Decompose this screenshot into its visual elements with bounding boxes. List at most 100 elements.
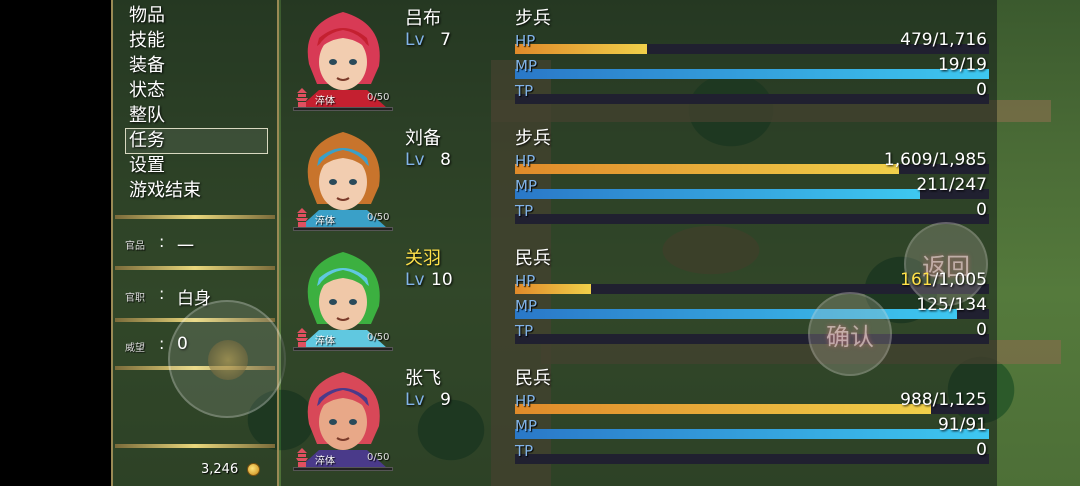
- hp-max: 1,985: [938, 150, 987, 170]
- mp-label: MP: [515, 297, 537, 315]
- mp-current: 91: [937, 415, 960, 435]
- hp-current: 161: [900, 270, 933, 290]
- hp-max: 1,716: [938, 30, 987, 50]
- cultivation-exp: 0/50: [367, 332, 390, 343]
- pagoda-icon: [296, 448, 308, 468]
- mp-value: 125/134: [916, 295, 987, 315]
- hp-current: 988: [900, 390, 933, 410]
- joystick-knob[interactable]: [208, 340, 248, 380]
- mp-current: 211: [916, 175, 949, 195]
- tp-gauge-track: [515, 454, 989, 464]
- level-value: 7: [440, 30, 451, 50]
- party-member[interactable]: 淬体 0/50 张飞 Lv 9 民兵 HP 988/1,125 MP 91/91 TP 0: [281, 360, 997, 480]
- hp-label: HP: [515, 392, 536, 410]
- hp-max: 1,125: [938, 390, 987, 410]
- pagoda-icon: [296, 208, 308, 228]
- hp-value: 1,609/1,985: [884, 150, 987, 170]
- tp-gauge: TP 0: [515, 80, 989, 104]
- cultivation-label: 淬体: [315, 336, 335, 347]
- tp-gauge-track: [515, 214, 989, 224]
- menu-item-skills[interactable]: 技能: [129, 29, 165, 53]
- character-name: 吕布: [405, 8, 441, 29]
- hp-current: 479: [900, 30, 933, 50]
- hp-value: 161/1,005: [900, 270, 987, 290]
- gold-amount: 3,246: [201, 462, 239, 477]
- mp-gauge-fill: [515, 69, 989, 79]
- confirm-button[interactable]: 确认: [808, 292, 892, 376]
- mp-gauge-track: [515, 429, 989, 439]
- tp-gauge: TP 0: [515, 320, 989, 344]
- hp-gauge: HP 479/1,716: [515, 30, 989, 54]
- level-value: 8: [440, 150, 451, 170]
- menu-item-status[interactable]: 状态: [129, 79, 165, 103]
- rank-label: 官品: [125, 241, 145, 252]
- tp-value: 0: [976, 320, 987, 340]
- party-member[interactable]: 淬体 0/50 吕布 Lv 7 步兵 HP 479/1,716 MP 19/19 TP 0: [281, 0, 997, 120]
- cultivation-label: 淬体: [315, 96, 335, 107]
- cultivation-exp-bar: [293, 467, 393, 471]
- hp-max: 1,005: [938, 270, 987, 290]
- character-class: 步兵: [515, 8, 551, 29]
- mp-label: MP: [515, 177, 537, 195]
- character-class: 民兵: [515, 368, 551, 389]
- mp-gauge: MP 211/247: [515, 175, 989, 199]
- character-name: 关羽: [405, 248, 441, 269]
- level-value: 10: [431, 270, 453, 290]
- character-name: 张飞: [405, 368, 441, 389]
- hp-label: HP: [515, 152, 536, 170]
- tp-gauge-track: [515, 94, 989, 104]
- tp-value: 0: [976, 440, 987, 460]
- divider: [115, 444, 275, 448]
- menu-item-quests[interactable]: 任务: [129, 129, 165, 153]
- menu-item-settings[interactable]: 设置: [129, 154, 165, 178]
- tp-label: TP: [515, 322, 534, 340]
- virtual-joystick[interactable]: [168, 300, 286, 418]
- cultivation-exp-bar: [293, 107, 393, 111]
- colon: :: [159, 334, 165, 353]
- hp-value: 988/1,125: [900, 390, 987, 410]
- hp-gauge: HP 1,609/1,985: [515, 150, 989, 174]
- mp-gauge: MP 91/91: [515, 415, 989, 439]
- hp-value: 479/1,716: [900, 30, 987, 50]
- hp-gauge-fill: [515, 164, 900, 174]
- menu-item-equip[interactable]: 装备: [129, 54, 165, 78]
- colon: :: [159, 232, 165, 251]
- colon: :: [159, 284, 165, 303]
- level-label: Lv: [405, 30, 425, 50]
- cultivation-exp-bar: [293, 347, 393, 351]
- mp-gauge-fill: [515, 189, 920, 199]
- mp-label: MP: [515, 417, 537, 435]
- tp-value: 0: [976, 80, 987, 100]
- mp-current: 125: [916, 295, 949, 315]
- mp-value: 211/247: [916, 175, 987, 195]
- menu-item-formation[interactable]: 整队: [129, 104, 165, 128]
- menu-item-items[interactable]: 物品: [129, 4, 165, 28]
- menu-item-game-end[interactable]: 游戏结束: [129, 179, 201, 203]
- tp-gauge-track: [515, 334, 989, 344]
- tp-label: TP: [515, 202, 534, 220]
- party-member[interactable]: 淬体 0/50 刘备 Lv 8 步兵 HP 1,609/1,985 MP 211/247 TP 0: [281, 120, 997, 240]
- mp-gauge-fill: [515, 309, 958, 319]
- mp-max: 247: [954, 175, 987, 195]
- hp-current: 1,609: [883, 150, 933, 170]
- tp-label: TP: [515, 82, 534, 100]
- cultivation-exp: 0/50: [367, 212, 390, 223]
- hp-label: HP: [515, 272, 536, 290]
- hp-label: HP: [515, 32, 536, 50]
- cultivation-exp: 0/50: [367, 452, 390, 463]
- hp-gauge-fill: [515, 404, 932, 414]
- mp-max: 19: [965, 55, 987, 75]
- level-label: Lv: [405, 390, 425, 410]
- mp-gauge-track: [515, 69, 989, 79]
- cultivation-exp-bar: [293, 227, 393, 231]
- mp-current: 19: [937, 55, 960, 75]
- prestige-label: 威望: [125, 343, 145, 354]
- cultivation-label: 淬体: [315, 456, 335, 467]
- mp-gauge: MP 19/19: [515, 55, 989, 79]
- hp-gauge: HP 988/1,125: [515, 390, 989, 414]
- mp-max: 134: [954, 295, 987, 315]
- tp-value: 0: [976, 200, 987, 220]
- post-label: 官职: [125, 293, 145, 304]
- back-button[interactable]: 返回: [904, 222, 988, 306]
- mp-value: 19/19: [938, 55, 987, 75]
